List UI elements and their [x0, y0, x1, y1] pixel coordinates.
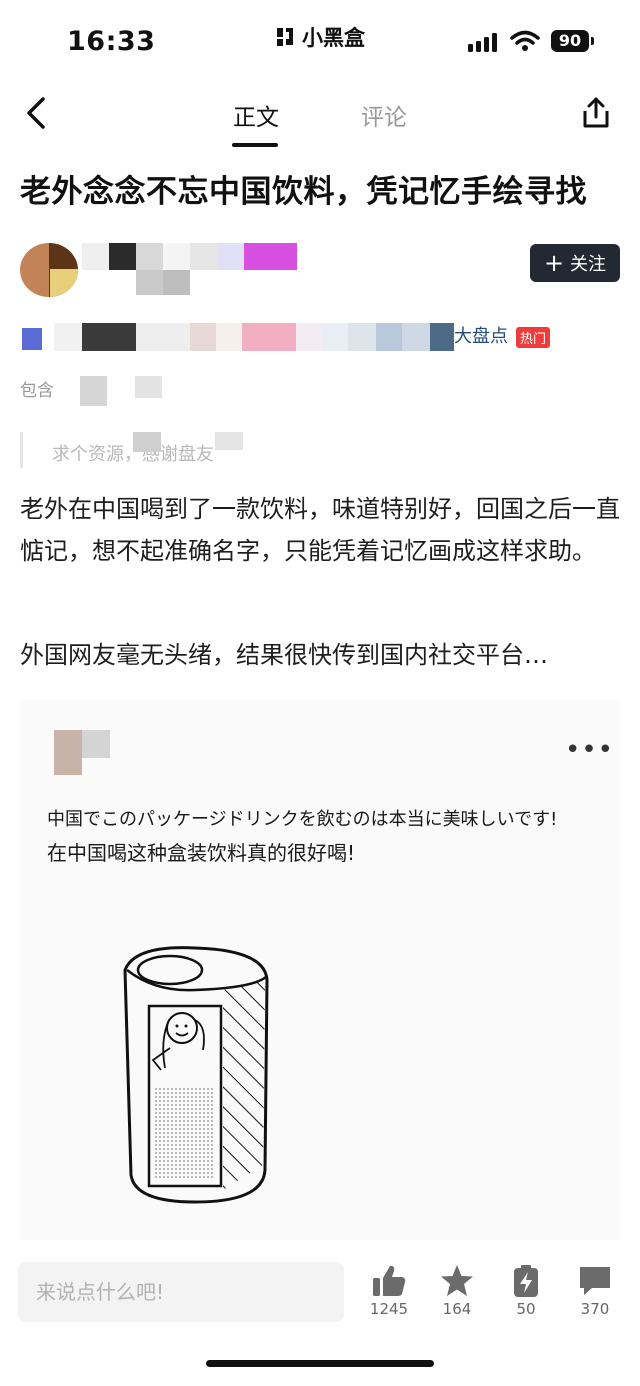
quote-bar [20, 432, 23, 468]
app-name: 小黑盒 [302, 26, 365, 50]
chevron-left-icon[interactable] [24, 96, 50, 130]
charge-icon [514, 1265, 538, 1297]
hot-topic-link[interactable]: 大盘点 [454, 322, 508, 348]
follow-button[interactable]: + 关注 [530, 244, 620, 282]
article-title: 老外念念不忘中国饮料，凭记忆手绘寻找 [20, 174, 587, 210]
author-name-redacted [82, 243, 297, 295]
tab-comments[interactable]: 评论 [361, 98, 407, 132]
favorite-count: 164 [442, 1300, 472, 1318]
article-paragraph: 外国网友毫无头绪，结果很快传到国内社交平台… [20, 641, 548, 669]
active-tab-underline [232, 143, 278, 147]
app-brand: 小黑盒 [274, 22, 365, 52]
drink-sketch [123, 946, 269, 1204]
plus-icon: + [543, 249, 565, 277]
author-avatar[interactable] [20, 243, 78, 297]
battery-tip [591, 37, 594, 45]
status-time: 16:33 [67, 26, 156, 57]
comments-count: 370 [580, 1300, 610, 1318]
charge-button[interactable]: 50 [496, 1264, 556, 1318]
like-count: 1245 [369, 1300, 409, 1318]
favorite-button[interactable]: 164 [427, 1264, 487, 1318]
caption-chinese: 在中国喝这种盒装饮料真的很好喝! [47, 841, 356, 865]
battery-indicator: 90 [551, 30, 589, 52]
cellular-signal-icon [468, 33, 497, 52]
like-button[interactable]: 1245 [359, 1264, 419, 1318]
comment-input[interactable]: 来说点什么吧! [18, 1262, 344, 1322]
contains-label: 包含 [20, 381, 54, 401]
charge-count: 50 [516, 1300, 536, 1318]
quote-redacted [133, 432, 243, 452]
home-indicator[interactable] [206, 1360, 434, 1367]
app-logo-icon [277, 28, 293, 46]
star-icon [441, 1265, 473, 1296]
embedded-post-image[interactable] [20, 700, 620, 1240]
article-paragraph: 老外在中国喝到了一款饮料，味道特别好，回国之后一直惦记，想不起准确名字，只能凭着… [20, 495, 620, 565]
follow-label: 关注 [570, 254, 607, 275]
wifi-icon [510, 30, 540, 51]
embedded-author-redacted [54, 730, 110, 775]
caption-japanese: 中国でこのパッケージドリンクを飲むのは本当に美味しいです! [47, 809, 558, 830]
contains-items-redacted [80, 376, 162, 406]
share-icon[interactable] [580, 96, 612, 130]
thumbs-up-icon [373, 1265, 406, 1296]
ellipsis-icon[interactable]: ••• [565, 735, 614, 765]
tab-article[interactable]: 正文 [233, 98, 279, 132]
comments-button[interactable]: 370 [565, 1264, 625, 1318]
hot-badge: 热门 [516, 327, 551, 348]
comment-icon [580, 1267, 610, 1295]
